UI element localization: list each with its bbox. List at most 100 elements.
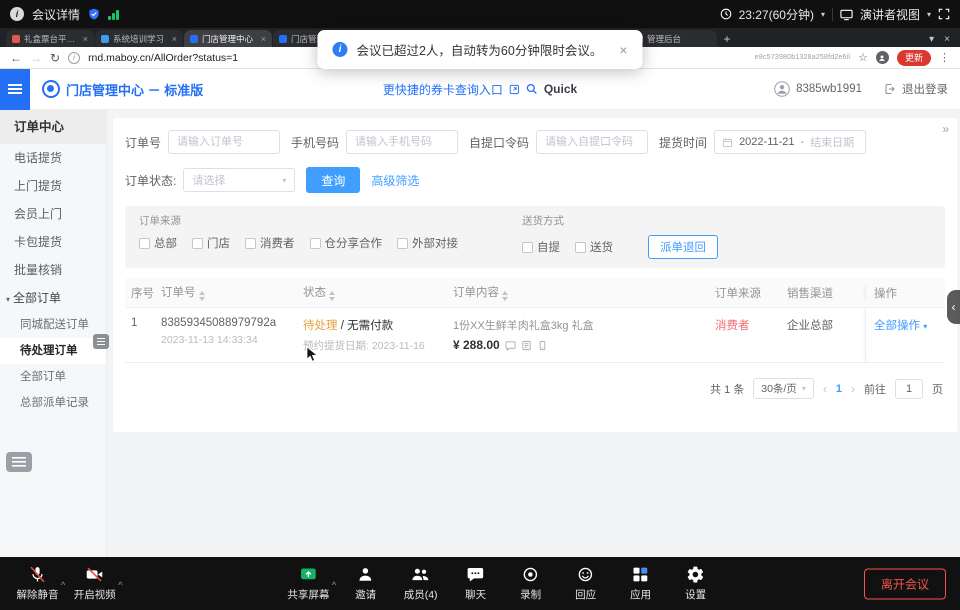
remark-bubble-icon[interactable] — [505, 340, 516, 351]
mobile-phone-icon[interactable] — [537, 340, 548, 351]
advanced-filter-link[interactable]: 高级筛选 — [371, 172, 419, 189]
prev-page-icon[interactable]: ‹ — [823, 382, 827, 396]
search-icon[interactable] — [526, 83, 538, 95]
order-no-input[interactable] — [168, 130, 280, 154]
checkbox-store[interactable]: 门店 — [192, 235, 230, 251]
browser-menu-icon[interactable]: ⋮ — [939, 51, 950, 64]
apps-button[interactable]: 应用 — [613, 565, 668, 602]
logout-button[interactable]: 退出登录 — [902, 81, 948, 97]
checkbox-icon[interactable] — [397, 238, 408, 249]
current-page[interactable]: 1 — [836, 383, 842, 395]
share-screen-button[interactable]: 共享屏幕 — [281, 565, 336, 602]
col-status[interactable]: 状态 — [303, 284, 453, 301]
sidebar-drag-handle-icon[interactable] — [93, 334, 109, 349]
goto-page-input[interactable] — [895, 379, 923, 399]
tab-close-icon[interactable]: × — [172, 34, 177, 44]
checkbox-consumer[interactable]: 消费者 — [245, 235, 295, 251]
url-text[interactable]: rnd.maboy.cn/AllOrder?status=1 — [88, 52, 238, 64]
sidebar-item-door-pickup[interactable]: 上门提货 — [0, 172, 106, 200]
timer-caret-icon[interactable]: ▾ — [821, 10, 825, 19]
col-content[interactable]: 订单内容 — [453, 284, 715, 301]
sort-icon[interactable] — [502, 291, 508, 301]
username[interactable]: 8385wb1991 — [796, 83, 862, 95]
refresh-icon[interactable]: ↻ — [50, 51, 60, 65]
sort-icon[interactable] — [199, 291, 205, 301]
phone-input[interactable] — [346, 130, 458, 154]
order-status-select[interactable]: 请选择 ▾ — [183, 168, 295, 192]
start-video-button[interactable]: 开启视频 — [67, 565, 122, 602]
all-actions-dropdown[interactable]: 全部操作 — [874, 320, 920, 332]
chevron-down-icon[interactable]: ▾ — [923, 322, 927, 331]
external-link-icon[interactable] — [509, 84, 520, 95]
sidebar-group-all-orders[interactable]: ▾全部订单 — [0, 284, 106, 312]
leave-meeting-button[interactable]: 离开会议 — [864, 568, 946, 599]
tab-close-icon[interactable]: × — [261, 34, 266, 44]
sidebar-toggle-button[interactable] — [0, 69, 30, 110]
collapse-panel-icon[interactable]: » — [942, 122, 949, 136]
date-range-picker[interactable]: 2022-11-21 - 结束日期 — [714, 130, 866, 154]
checkbox-external[interactable]: 外部对接 — [397, 235, 458, 251]
page-size-select[interactable]: 30条/页 ▾ — [753, 378, 814, 399]
checkbox-self-pickup[interactable]: 自提 — [522, 239, 560, 255]
checkbox-icon[interactable] — [139, 238, 150, 249]
chrome-update-button[interactable]: 更新 — [897, 50, 931, 66]
record-button[interactable]: 录制 — [503, 565, 558, 602]
order-detail-icon[interactable] — [521, 340, 532, 351]
search-button[interactable]: 查询 — [306, 167, 360, 193]
tab-close-icon[interactable]: × — [83, 34, 88, 44]
video-options-caret[interactable]: ^ — [118, 580, 122, 590]
meeting-details-button[interactable]: 会议详情 — [32, 6, 80, 23]
mic-options-caret[interactable]: ^ — [61, 580, 65, 590]
sidebar-item-pending-orders[interactable]: 待处理订单 — [0, 338, 106, 364]
user-avatar-icon[interactable] — [774, 81, 790, 97]
browser-profile-avatar[interactable] — [876, 51, 889, 64]
sidebar-item-city-delivery[interactable]: 同城配送订单 — [0, 312, 106, 338]
view-caret-icon[interactable]: ▾ — [927, 10, 931, 19]
checkbox-icon[interactable] — [192, 238, 203, 249]
task-list-icon[interactable] — [6, 452, 32, 472]
coupon-query-link[interactable]: 更快捷的券卡查询入口 — [383, 81, 503, 98]
fullscreen-icon[interactable] — [938, 8, 950, 20]
new-tab-button[interactable]: + — [718, 30, 736, 47]
sidebar-item-batch-verify[interactable]: 批量核销 — [0, 256, 106, 284]
sidebar-item-all-orders[interactable]: 全部订单 — [0, 364, 106, 390]
site-info-icon[interactable]: i — [68, 52, 80, 64]
invite-button[interactable]: 邀请 — [338, 565, 393, 602]
share-options-caret[interactable]: ^ — [332, 580, 336, 590]
toast-close-icon[interactable]: × — [619, 42, 627, 58]
col-order-no[interactable]: 订单号 — [161, 284, 303, 301]
sidebar-item-member-visit[interactable]: 会员上门 — [0, 200, 106, 228]
checkbox-icon[interactable] — [245, 238, 256, 249]
dispatch-return-button[interactable]: 派单退回 — [648, 235, 718, 259]
reactions-button[interactable]: 回应 — [558, 565, 613, 602]
next-page-icon[interactable]: › — [851, 382, 855, 396]
checkbox-icon[interactable] — [522, 242, 533, 253]
logout-icon[interactable] — [884, 83, 896, 95]
sidebar-item-hq-dispatch-log[interactable]: 总部派单记录 — [0, 390, 106, 416]
checkbox-hq[interactable]: 总部 — [139, 235, 177, 251]
view-mode-button[interactable]: 演讲者视图 — [860, 6, 920, 23]
checkbox-share-coop[interactable]: 仓分享合作 — [310, 235, 383, 251]
quick-search-label[interactable]: Quick — [544, 82, 577, 96]
unmute-button[interactable]: 解除静音 — [10, 565, 65, 602]
chat-button[interactable]: 聊天 — [448, 565, 503, 602]
window-close-icon[interactable]: × — [944, 34, 950, 45]
settings-button[interactable]: 设置 — [668, 565, 723, 602]
browser-tab-active[interactable]: 门店管理中心 × — [184, 30, 272, 47]
date-start-value[interactable]: 2022-11-21 — [739, 136, 794, 148]
browser-tab[interactable]: 系统培训学习 × — [95, 30, 183, 47]
pickup-code-input[interactable] — [536, 130, 648, 154]
tab-search-caret-icon[interactable]: ▾ — [929, 34, 934, 45]
order-number[interactable]: 83859345088979792a — [161, 317, 303, 329]
checkbox-delivery[interactable]: 送货 — [575, 239, 613, 255]
sidebar-item-card-pickup[interactable]: 卡包提货 — [0, 228, 106, 256]
side-panel-handle[interactable]: ‹ — [947, 290, 960, 324]
browser-tab[interactable]: 礼盒票台平台管理中心 × — [6, 30, 94, 47]
back-icon[interactable]: ← — [10, 51, 22, 65]
members-button[interactable]: 成员(4) — [393, 565, 448, 602]
sidebar-item-phone-pickup[interactable]: 电话提货 — [0, 144, 106, 172]
checkbox-icon[interactable] — [310, 238, 321, 249]
checkbox-icon[interactable] — [575, 242, 586, 253]
bookmark-star-icon[interactable]: ☆ — [858, 51, 868, 64]
date-end-placeholder[interactable]: 结束日期 — [810, 134, 854, 150]
